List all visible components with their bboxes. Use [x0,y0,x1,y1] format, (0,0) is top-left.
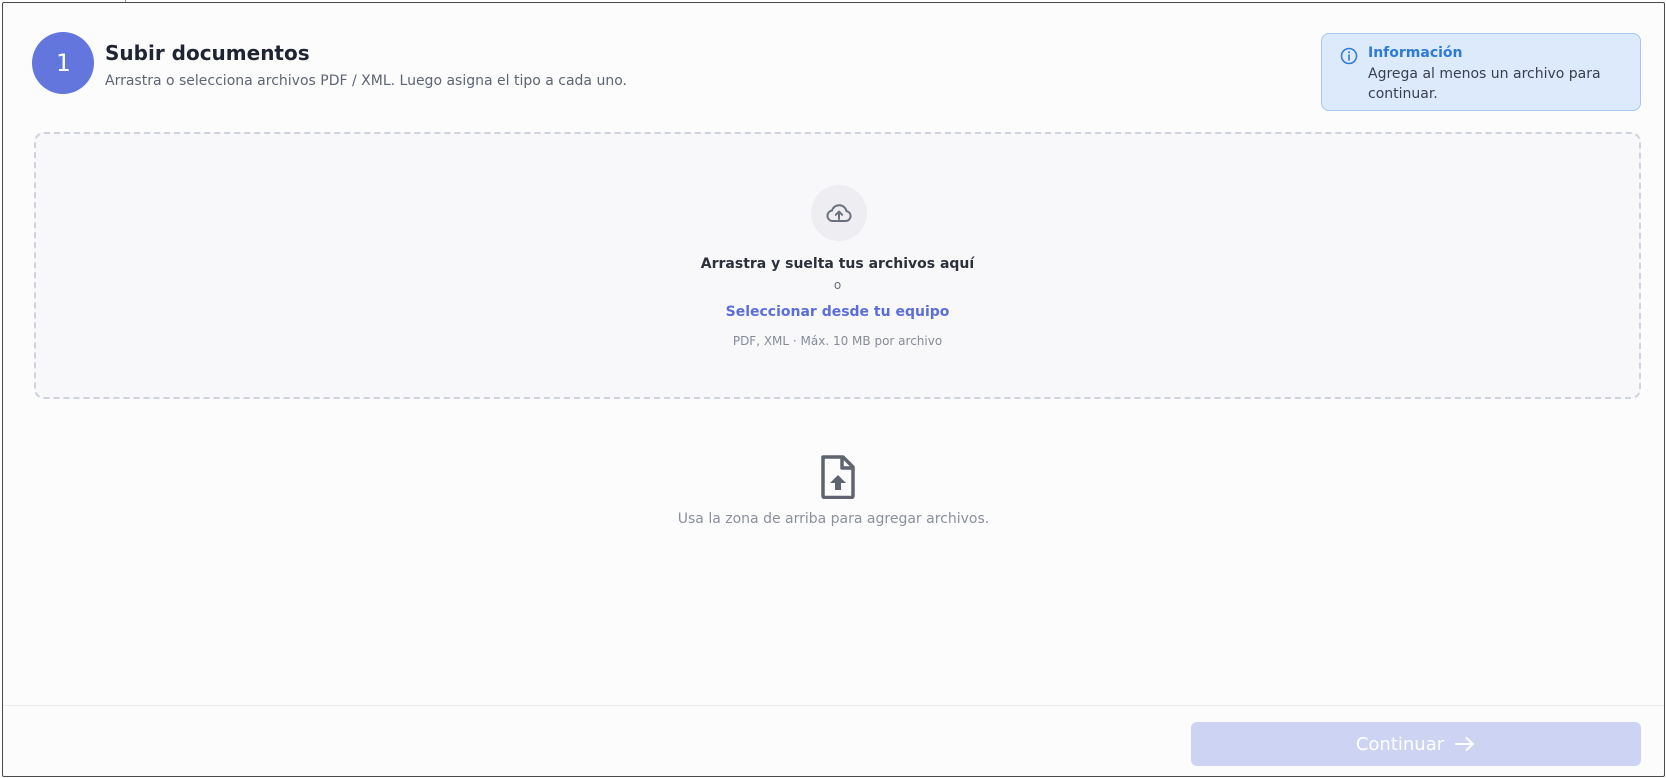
dropzone-title: Arrastra y suelta tus archivos aquí [700,256,975,272]
page-title: Subir documentos [105,41,310,65]
info-alert: Información Agrega al menos un archivo p… [1321,33,1641,111]
info-icon [1340,47,1358,65]
dropzone-hint: PDF, XML · Máx. 10 MB por archivo [732,334,943,348]
arrow-right-icon [1455,737,1475,751]
select-files-link[interactable]: Seleccionar desde tu equipo [726,304,950,320]
step-indicator: 1 [32,32,94,94]
upload-icon-wrapper [811,185,867,241]
info-title: Información [1368,45,1463,61]
step-number: 1 [55,49,71,77]
continue-button[interactable]: Continuar [1191,722,1641,766]
info-text: Agrega al menos un archivo para continua… [1368,66,1601,102]
cloud-upload-icon [826,204,852,222]
file-dropzone[interactable]: Arrastra y suelta tus archivos aquí o Se… [34,132,1641,399]
continue-label: Continuar [1355,733,1445,755]
dropzone-or: o [833,278,842,292]
empty-state-text: Usa la zona de arriba para agregar archi… [677,511,990,527]
footer-divider [3,705,1664,706]
file-upload-icon [821,455,855,499]
page-subtitle: Arrastra o selecciona archivos PDF / XML… [105,73,627,89]
upload-panel: 1 Subir documentos Arrastra o selecciona… [2,2,1665,777]
